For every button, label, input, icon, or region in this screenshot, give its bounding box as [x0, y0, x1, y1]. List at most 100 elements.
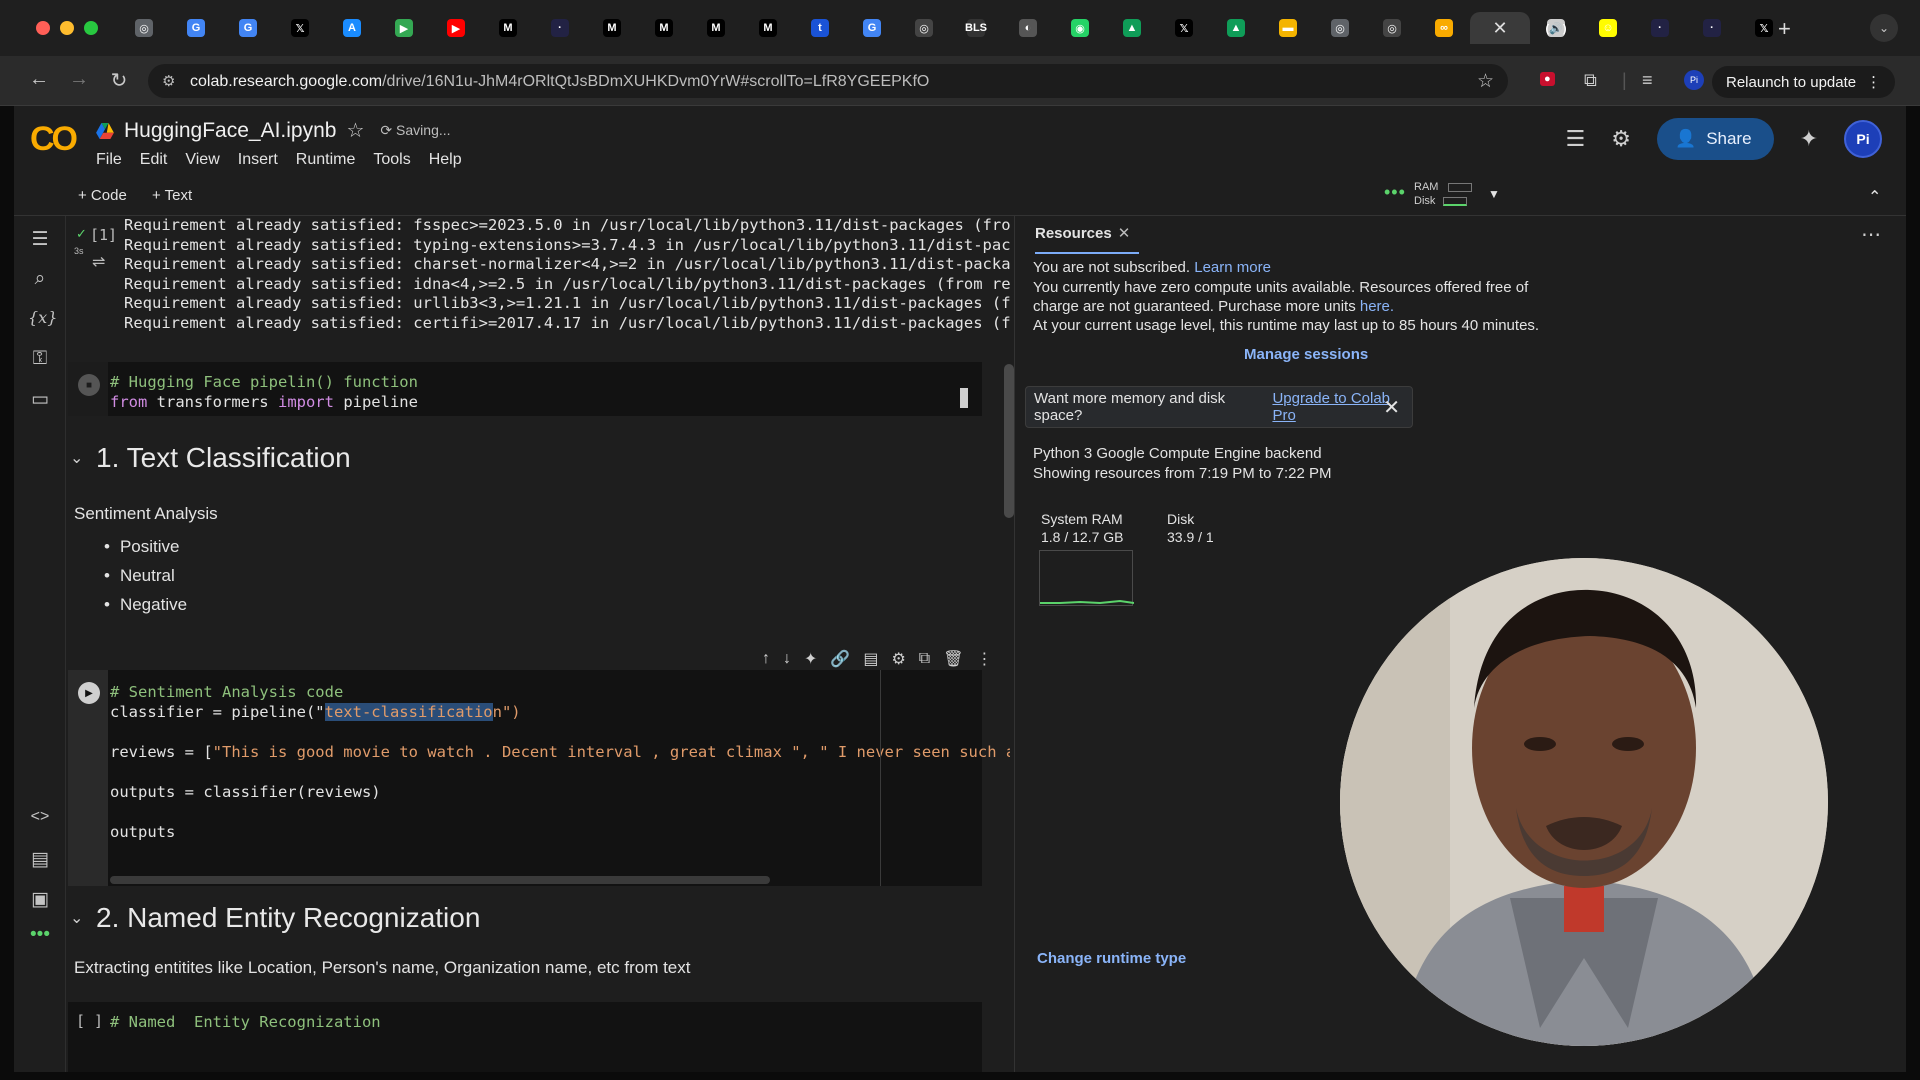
browser-tab[interactable]: ☺ [1582, 12, 1634, 44]
code-editor[interactable]: # Sentiment Analysis code classifier = p… [110, 682, 1010, 842]
comments-icon[interactable]: ☰ [1566, 126, 1586, 152]
horizontal-scrollbar[interactable] [110, 876, 770, 884]
move-down-icon[interactable]: ↓ [783, 650, 791, 668]
comment-icon[interactable]: ▤ [863, 649, 878, 669]
user-avatar[interactable]: Pi [1844, 120, 1882, 158]
collapse-section-icon[interactable]: ⌄ [70, 448, 83, 468]
browser-tab[interactable]: M [690, 12, 742, 44]
secrets-key-icon[interactable]: ⚿ [28, 348, 52, 370]
browser-tab[interactable]: ◎ [1366, 12, 1418, 44]
runtime-dropdown-icon[interactable]: ▼ [1488, 187, 1500, 201]
close-icon[interactable]: ✕ [1383, 395, 1400, 420]
star-icon[interactable]: ☆ [346, 118, 364, 143]
close-icon[interactable]: ✕ [1118, 225, 1131, 242]
menu-item[interactable]: View [185, 151, 219, 169]
find-replace-icon[interactable]: ⌕ [28, 268, 52, 290]
browser-tab[interactable]: G [846, 12, 898, 44]
close-window-button[interactable] [36, 21, 50, 35]
add-code-button[interactable]: + Code [78, 187, 127, 204]
browser-tab[interactable]: ▬ [1262, 12, 1314, 44]
output-actions-icon[interactable]: ⇌ [92, 252, 105, 272]
purchase-link[interactable]: here. [1360, 298, 1394, 315]
gemini-sparkle-icon[interactable]: ✦ [804, 649, 817, 669]
back-button[interactable]: ← [26, 68, 52, 91]
menu-item[interactable]: Tools [373, 151, 410, 169]
relaunch-button[interactable]: Relaunch to update ⋮ [1712, 66, 1896, 98]
import-code-cell[interactable]: ■ # Hugging Face pipelin() function from… [68, 362, 982, 416]
mirror-cell-icon[interactable]: ⧉ [919, 650, 930, 668]
code-editor[interactable]: # Named Entity Recognization [110, 1012, 381, 1032]
settings-gear-icon[interactable]: ⚙ [1611, 126, 1631, 152]
ram-disk-indicator[interactable]: RAM Disk [1414, 180, 1473, 208]
link-icon[interactable]: 🔗 [830, 649, 850, 669]
runtime-status-icon[interactable]: ••• [1384, 182, 1406, 203]
change-runtime-link[interactable]: Change runtime type [1037, 950, 1186, 967]
add-text-button[interactable]: + Text [152, 187, 192, 204]
browser-tab[interactable]: M [638, 12, 690, 44]
browser-tab[interactable]: ◎ [898, 12, 950, 44]
menu-item[interactable]: Runtime [296, 151, 356, 169]
sentiment-code-cell[interactable]: ▶ # Sentiment Analysis code classifier =… [68, 670, 1010, 886]
more-tools-icon[interactable]: ••• [28, 924, 52, 946]
collapse-section-icon[interactable]: ⌄ [70, 908, 83, 928]
more-actions-icon[interactable]: ⋮ [977, 649, 993, 669]
menu-item[interactable]: Help [429, 151, 462, 169]
browser-tab[interactable]: ◉ [1054, 12, 1106, 44]
variables-icon[interactable]: {x} [28, 308, 57, 327]
browser-tab[interactable]: ▶ [378, 12, 430, 44]
run-cell-button[interactable]: ■ [78, 374, 100, 396]
browser-tab[interactable]: 𝕏 [1158, 12, 1210, 44]
browser-tab[interactable]: ◎ [118, 12, 170, 44]
tab-search-button[interactable]: ⌄ [1870, 14, 1898, 42]
omnibox[interactable]: ⚙ colab.research.google.com/drive/16N1u-… [148, 64, 1508, 98]
extension-icon[interactable]: ● [1540, 72, 1555, 86]
profile-avatar[interactable]: Pi [1684, 70, 1704, 90]
run-cell-button[interactable]: ▶ [78, 682, 100, 704]
notebook-title[interactable]: HuggingFace_AI.ipynb [124, 119, 336, 143]
files-folder-icon[interactable]: ▭ [28, 388, 52, 411]
collapse-header-icon[interactable]: ⌃ [1868, 187, 1881, 207]
learn-more-link[interactable]: Learn more [1194, 259, 1271, 276]
resources-tab[interactable]: Resources ✕ [1035, 224, 1139, 254]
reload-button[interactable]: ↻ [106, 68, 132, 93]
maximize-window-button[interactable] [84, 21, 98, 35]
code-editor[interactable]: # Hugging Face pipelin() function from t… [110, 372, 418, 412]
table-of-contents-icon[interactable]: ☰ [28, 228, 52, 251]
extensions-puzzle-icon[interactable]: ⧉ [1584, 70, 1597, 91]
site-settings-icon[interactable]: ⚙ [162, 72, 175, 90]
browser-tab[interactable]: · [1634, 12, 1686, 44]
browser-tab[interactable]: BLS [950, 12, 1002, 44]
forward-button[interactable]: → [66, 68, 92, 91]
menu-item[interactable]: File [96, 151, 122, 169]
browser-tab[interactable]: ▲ [1210, 12, 1262, 44]
browser-tab[interactable]: ▲ [1106, 12, 1158, 44]
browser-tab[interactable]: · [1686, 12, 1738, 44]
more-options-icon[interactable]: ⋯ [1861, 222, 1881, 247]
close-tab-icon[interactable]: ✕ [1491, 18, 1509, 38]
ner-code-cell[interactable]: [ ] # Named Entity Recognization [68, 1002, 982, 1072]
minimize-window-button[interactable] [60, 21, 74, 35]
gemini-sparkle-icon[interactable]: ✦ [1800, 126, 1818, 152]
bookmark-star-icon[interactable]: ☆ [1477, 70, 1494, 93]
menu-item[interactable]: Insert [238, 151, 278, 169]
terminal-icon[interactable]: ▣ [28, 888, 52, 911]
browser-tab[interactable]: G [222, 12, 274, 44]
code-snippets-icon[interactable]: <> [28, 808, 52, 826]
browser-tab[interactable]: ◐ [1002, 12, 1054, 44]
browser-tab[interactable]: A [326, 12, 378, 44]
browser-tab[interactable]: (🔊) [1530, 12, 1582, 44]
notebook-scrollbar[interactable] [1004, 364, 1014, 518]
menu-item[interactable]: Edit [140, 151, 168, 169]
command-palette-icon[interactable]: ▤ [28, 848, 52, 871]
browser-tab[interactable]: M [482, 12, 534, 44]
new-tab-button[interactable]: + [1778, 16, 1791, 42]
browser-tab-active[interactable]: ✕ [1470, 12, 1530, 44]
browser-tab[interactable]: M [586, 12, 638, 44]
browser-tab[interactable]: M [742, 12, 794, 44]
media-queue-icon[interactable]: ≡ [1642, 70, 1653, 91]
browser-tab[interactable]: ▶ [430, 12, 482, 44]
manage-sessions-link[interactable]: Manage sessions [1244, 346, 1368, 363]
browser-tab[interactable]: · [534, 12, 586, 44]
colab-logo[interactable]: CO [30, 120, 78, 159]
delete-icon[interactable]: 🗑 [943, 649, 963, 669]
